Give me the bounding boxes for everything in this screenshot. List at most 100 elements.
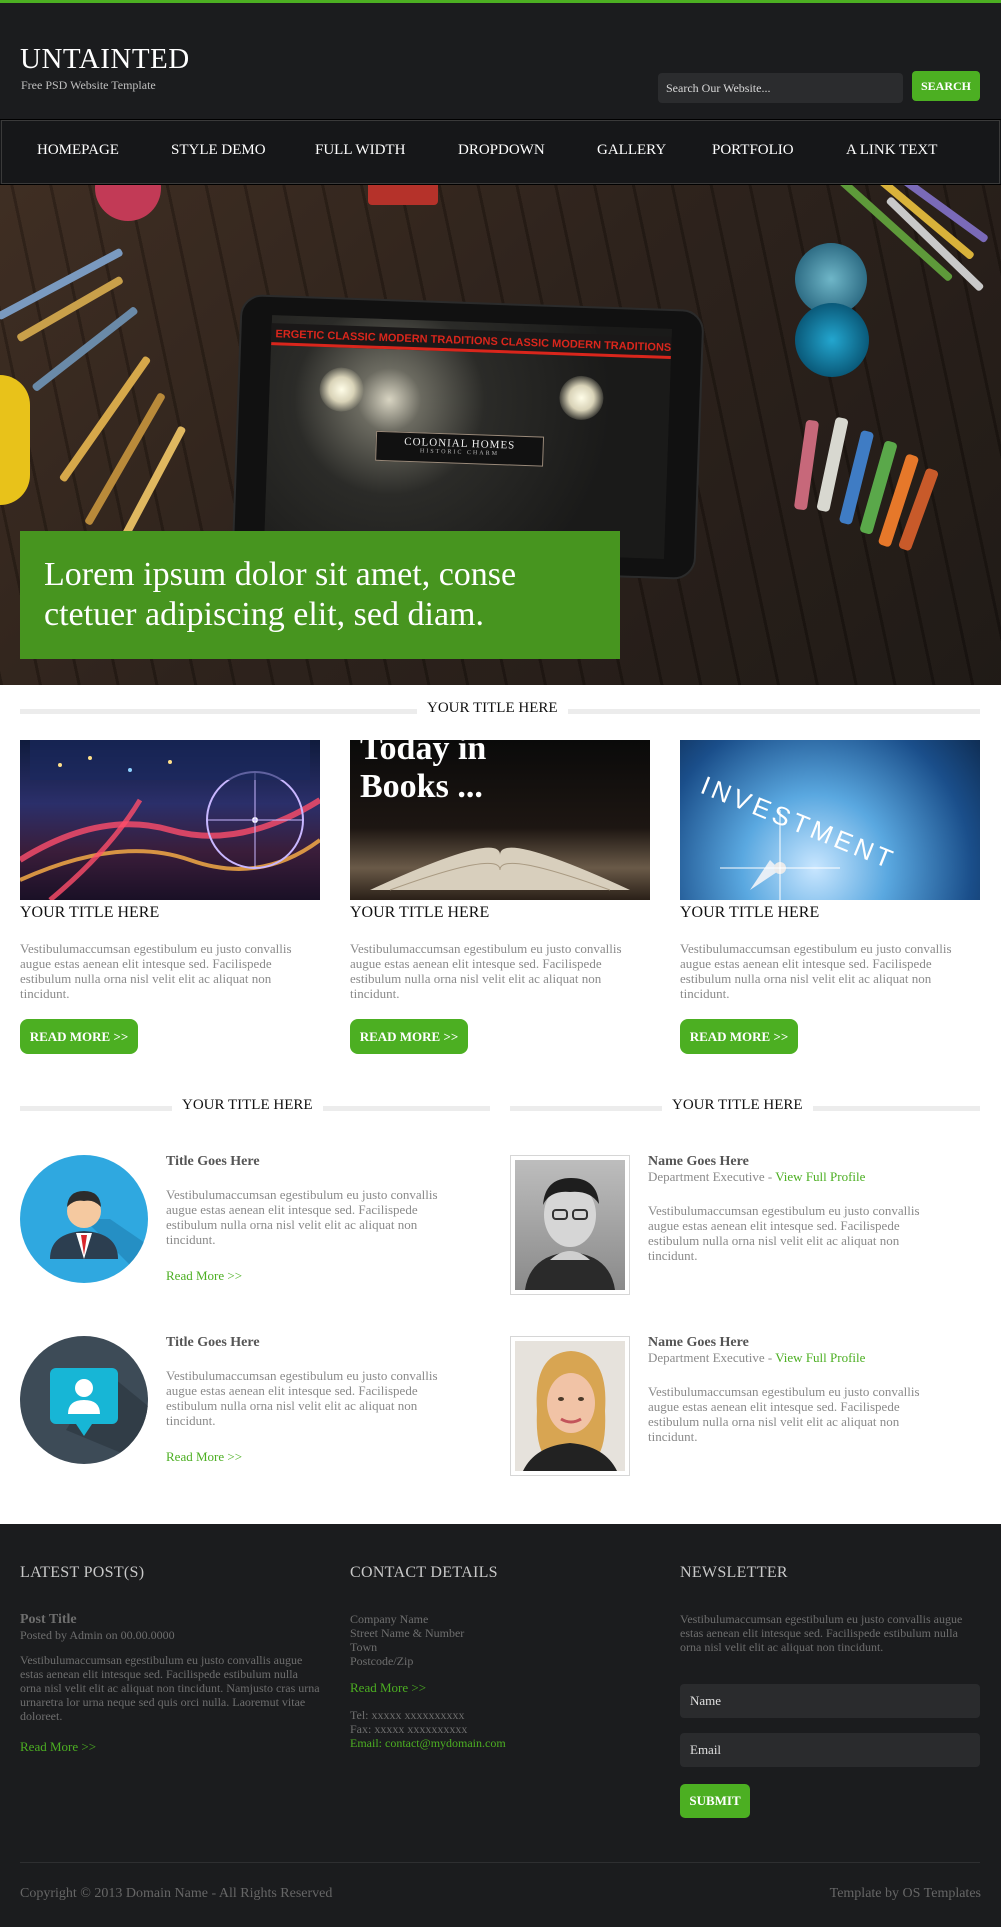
woman-portrait <box>515 1341 625 1471</box>
card-body: Vestibulumaccumsan egestibulum eu justo … <box>350 941 622 1001</box>
search-input[interactable]: Search Our Website... <box>658 73 903 103</box>
businessman-graphic <box>50 1191 148 1283</box>
spotlight-icon <box>558 375 605 421</box>
person-role: Department Executive - View Full Profile <box>648 1350 865 1366</box>
site-tagline: Free PSD Website Template <box>21 78 156 92</box>
section-title-text: YOUR TITLE HERE <box>662 1097 813 1114</box>
businessman-icon <box>20 1155 148 1283</box>
paint-pot-decoration <box>795 303 869 377</box>
read-more-link[interactable]: Read More >> <box>20 1739 96 1755</box>
nav-item-full-width[interactable]: FULL WIDTH <box>315 142 405 159</box>
post-meta: Posted by Admin on 00.00.0000 <box>20 1628 175 1642</box>
nav-item-dropdown[interactable]: DROPDOWN <box>458 142 545 159</box>
city-night-graphic <box>20 740 320 900</box>
newsletter-email-input[interactable]: Email <box>680 1733 980 1767</box>
copyright-text: Copyright © 2013 Domain Name - All Right… <box>20 1886 333 1901</box>
nav-item-gallery[interactable]: GALLERY <box>597 142 666 159</box>
post-title[interactable]: Post Title <box>20 1612 77 1628</box>
tablet-plaque: COLONIAL HOMES HISTORIC CHARM <box>375 430 545 467</box>
tablet-band-text: ERGETIC CLASSIC MODERN TRADITIONS CLASSI… <box>271 323 672 360</box>
nav-item-portfolio[interactable]: PORTFOLIO <box>712 142 794 159</box>
card-body: Vestibulumaccumsan egestibulum eu justo … <box>20 941 292 1001</box>
card-title: YOUR TITLE HERE <box>350 904 490 921</box>
contact-tel: Tel: xxxxx xxxxxxxxxx <box>350 1708 465 1722</box>
spotlight-icon <box>318 366 365 413</box>
newsletter-description: Vestibulumaccumsan egestibulum eu justo … <box>680 1612 963 1654</box>
search-button[interactable]: SEARCH <box>912 71 980 101</box>
brush-decoration <box>58 355 152 483</box>
main-nav: HOMEPAGE STYLE DEMO FULL WIDTH DROPDOWN … <box>0 119 1001 185</box>
compass-graphic <box>720 810 840 900</box>
post-excerpt: Vestibulumaccumsan egestibulum eu justo … <box>20 1653 320 1723</box>
newsletter-name-input[interactable]: Name <box>680 1684 980 1718</box>
contact-company: Company Name <box>350 1612 429 1626</box>
brush-decoration <box>84 392 166 526</box>
paint-pot-decoration <box>95 185 161 221</box>
footer-heading-latest: LATEST POST(S) <box>20 1564 145 1581</box>
books-image[interactable]: Today in Books ... <box>350 740 650 900</box>
profile-photo[interactable] <box>510 1336 630 1476</box>
section-title-text: YOUR TITLE HERE <box>172 1097 323 1114</box>
contact-postcode: Postcode/Zip <box>350 1654 414 1668</box>
site-logo[interactable]: UNTAINTED <box>20 43 190 76</box>
newsletter-submit-button[interactable]: SUBMIT <box>680 1784 750 1818</box>
person-role: Department Executive - View Full Profile <box>648 1169 865 1185</box>
tablet-screen: ERGETIC CLASSIC MODERN TRADITIONS CLASSI… <box>264 315 672 559</box>
item-body: Vestibulumaccumsan egestibulum eu justo … <box>166 1368 438 1428</box>
footer-heading-newsletter: NEWSLETTER <box>680 1564 788 1581</box>
man-portrait-graphic <box>525 1178 615 1290</box>
pencil-decoration <box>885 195 985 293</box>
site-header: UNTAINTED Free PSD Website Template Sear… <box>0 0 1001 119</box>
paint-bottle-decoration <box>0 375 30 505</box>
section-title-services: YOUR TITLE HERE <box>20 1097 490 1121</box>
person-name: Name Goes Here <box>648 1154 749 1169</box>
person-role-text: Department Executive - <box>648 1350 776 1365</box>
read-more-link[interactable]: Read More >> <box>350 1680 426 1696</box>
site-footer: LATEST POST(S) Post Title Posted by Admi… <box>0 1524 1001 1927</box>
view-profile-link[interactable]: View Full Profile <box>775 1350 865 1365</box>
read-more-button[interactable]: READ MORE >> <box>350 1019 468 1054</box>
user-profile-icon <box>20 1336 148 1464</box>
item-title: Title Goes Here <box>166 1154 260 1169</box>
investment-image[interactable]: INVESTMENT <box>680 740 980 900</box>
card-title: YOUR TITLE HERE <box>20 904 160 921</box>
open-book-graphic <box>370 847 630 891</box>
nav-item-style-demo[interactable]: STYLE DEMO <box>171 142 266 159</box>
pastel-decoration <box>793 419 820 511</box>
card-body: Vestibulumaccumsan egestibulum eu justo … <box>680 941 952 1001</box>
read-more-button[interactable]: READ MORE >> <box>680 1019 798 1054</box>
template-credit-link[interactable]: Template by OS Templates <box>830 1886 981 1902</box>
read-more-link[interactable]: Read More >> <box>166 1449 242 1465</box>
person-name: Name Goes Here <box>648 1335 749 1350</box>
item-title: Title Goes Here <box>166 1335 260 1350</box>
hero-caption-line-2: ctetuer adipiscing elit, sed diam. <box>44 596 484 633</box>
section-title-team: YOUR TITLE HERE <box>510 1097 980 1121</box>
user-profile-graphic <box>50 1368 148 1464</box>
man-portrait <box>515 1160 625 1290</box>
person-bio: Vestibulumaccumsan egestibulum eu justo … <box>648 1203 920 1263</box>
hero-caption: Lorem ipsum dolor sit amet, conse ctetue… <box>20 531 620 659</box>
view-profile-link[interactable]: View Full Profile <box>775 1169 865 1184</box>
item-body: Vestibulumaccumsan egestibulum eu justo … <box>166 1187 438 1247</box>
nav-item-a-link-text[interactable]: A LINK TEXT <box>846 142 937 159</box>
hero-caption-line-1: Lorem ipsum dolor sit amet, conse <box>44 556 517 593</box>
read-more-button[interactable]: READ MORE >> <box>20 1019 138 1054</box>
person-role-text: Department Executive - <box>648 1169 776 1184</box>
section-title-featured: YOUR TITLE HERE <box>20 700 980 724</box>
read-more-link[interactable]: Read More >> <box>166 1268 242 1284</box>
contact-email-link[interactable]: Email: contact@mydomain.com <box>350 1736 506 1751</box>
city-night-image[interactable] <box>20 740 320 900</box>
card-title: YOUR TITLE HERE <box>680 904 820 921</box>
footer-divider <box>20 1862 980 1863</box>
person-bio: Vestibulumaccumsan egestibulum eu justo … <box>648 1384 920 1444</box>
woman-portrait-graphic <box>523 1351 617 1471</box>
contact-street: Street Name & Number <box>350 1626 465 1640</box>
profile-photo[interactable] <box>510 1155 630 1295</box>
paint-tube-decoration <box>368 185 438 205</box>
contact-fax: Fax: xxxxx xxxxxxxxxx <box>350 1722 468 1736</box>
section-title-text: YOUR TITLE HERE <box>417 700 568 717</box>
contact-town: Town <box>350 1640 378 1654</box>
footer-heading-contact: CONTACT DETAILS <box>350 1564 498 1581</box>
hero-banner: ERGETIC CLASSIC MODERN TRADITIONS CLASSI… <box>0 185 1001 685</box>
nav-item-homepage[interactable]: HOMEPAGE <box>37 142 119 159</box>
